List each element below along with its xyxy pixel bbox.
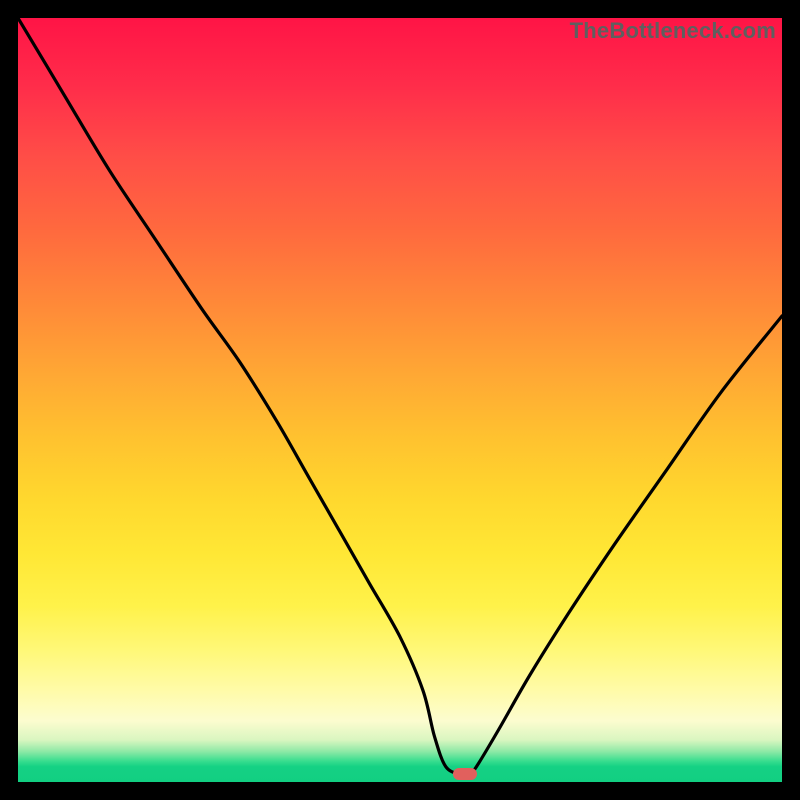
optimal-marker: [453, 768, 477, 780]
bottleneck-curve: [18, 18, 782, 782]
chart-frame: TheBottleneck.com: [0, 0, 800, 800]
curve-path: [18, 18, 782, 775]
plot-area: TheBottleneck.com: [18, 18, 782, 782]
